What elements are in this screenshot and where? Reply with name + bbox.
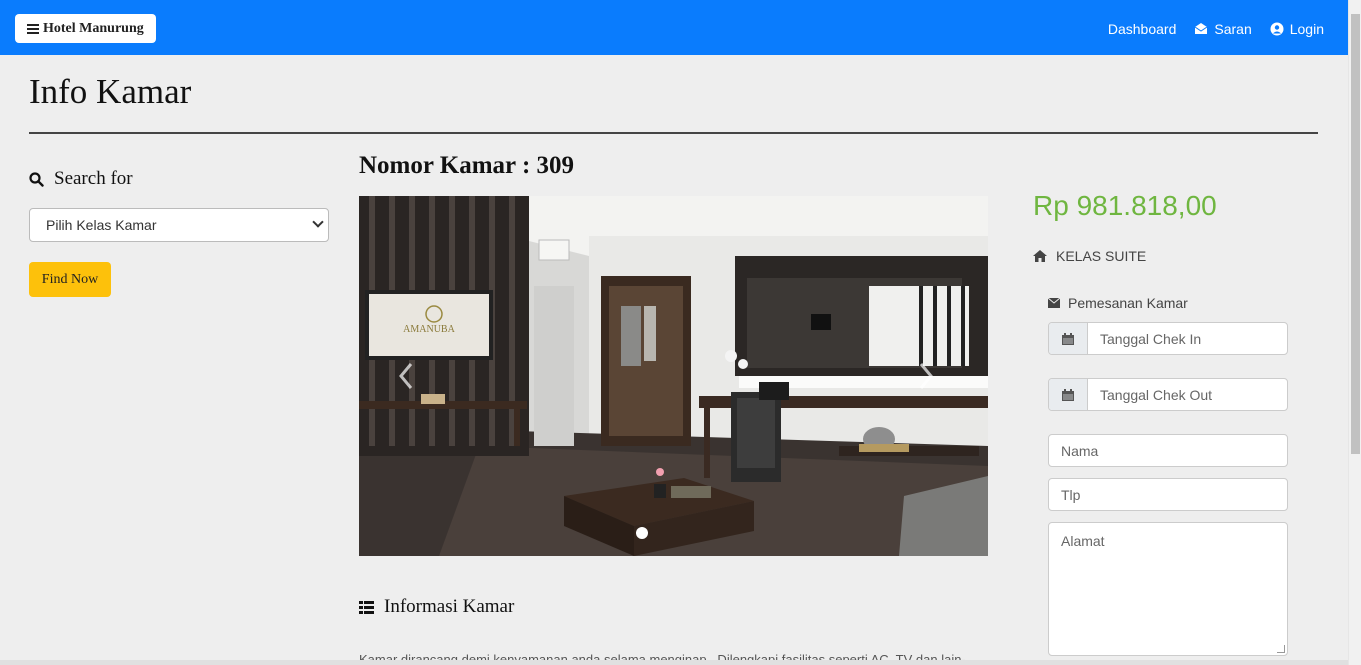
name-input[interactable]: Nama <box>1048 434 1288 467</box>
nav-links: Dashboard Saran Login <box>1108 1 1324 56</box>
room-photo: AMANUBA <box>359 196 988 556</box>
envelope-open-icon <box>1195 23 1208 34</box>
nav-saran-label: Saran <box>1214 20 1252 37</box>
title-divider <box>29 132 1318 134</box>
checkout-date-field[interactable]: Tanggal Chek Out <box>1048 378 1288 411</box>
user-circle-icon <box>1270 22 1284 35</box>
checkin-date-input[interactable]: Tanggal Chek In <box>1088 323 1287 354</box>
nav-login-link[interactable]: Login <box>1270 21 1324 37</box>
room-price: Rp 981.818,00 <box>1033 190 1217 221</box>
carousel-indicator-dot[interactable] <box>636 527 648 539</box>
top-navbar: Hotel Manurung Dashboard Saran Login <box>0 0 1348 55</box>
nav-saran-link[interactable]: Saran <box>1194 20 1252 37</box>
horizontal-scrollbar[interactable] <box>0 660 1348 665</box>
chevron-right-icon <box>919 363 933 389</box>
booking-form-title: Pemesanan Kamar <box>1048 295 1188 311</box>
vertical-scrollbar-thumb[interactable] <box>1351 14 1360 454</box>
nav-dashboard-label: Dashboard <box>1107 20 1177 37</box>
room-photo-carousel[interactable]: AMANUBA <box>359 196 988 556</box>
checkin-date-field[interactable]: Tanggal Chek In <box>1048 322 1288 355</box>
search-label: Search for <box>29 168 133 190</box>
list-icon <box>359 600 374 614</box>
address-textarea[interactable]: Alamat <box>1048 522 1288 656</box>
room-class: KELAS SUITE <box>1033 248 1146 264</box>
calendar-icon <box>1049 323 1088 354</box>
address-placeholder: Alamat <box>1061 533 1105 549</box>
search-label-text: Search for <box>54 168 133 189</box>
page-title: Info Kamar <box>29 72 192 111</box>
nav-login-label: Login <box>1289 20 1324 37</box>
booking-form-title-text: Pemesanan Kamar <box>1068 295 1188 311</box>
room-number-title: Nomor Kamar : 309 <box>359 152 575 179</box>
calendar-icon <box>1049 379 1088 410</box>
phone-input[interactable]: Tlp <box>1048 478 1288 511</box>
hamburger-icon <box>27 23 39 34</box>
room-info-heading-text: Informasi Kamar <box>384 596 515 617</box>
home-icon <box>1033 250 1047 262</box>
vertical-scrollbar[interactable] <box>1348 0 1361 665</box>
envelope-icon <box>1048 298 1060 308</box>
room-class-select-value: Pilih Kelas Kamar <box>46 217 157 233</box>
checkout-date-input[interactable]: Tanggal Chek Out <box>1088 379 1287 410</box>
carousel-next-button[interactable] <box>911 356 941 396</box>
resize-grip-icon[interactable] <box>1277 645 1285 653</box>
brand-menu-button[interactable]: Hotel Manurung <box>15 14 156 43</box>
room-class-label: KELAS SUITE <box>1056 248 1147 264</box>
brand-label: Hotel Manurung <box>43 20 144 36</box>
nav-dashboard-link[interactable]: Dashboard <box>1108 21 1177 37</box>
search-icon <box>29 171 44 187</box>
chevron-left-icon <box>399 363 413 389</box>
room-info-heading: Informasi Kamar <box>359 596 514 618</box>
chevron-down-icon <box>312 216 324 228</box>
find-now-button[interactable]: Find Now <box>29 262 111 297</box>
photo-logo-text: AMANUBA <box>403 324 455 335</box>
room-class-select[interactable]: Pilih Kelas Kamar <box>29 208 329 242</box>
carousel-prev-button[interactable] <box>391 356 421 396</box>
